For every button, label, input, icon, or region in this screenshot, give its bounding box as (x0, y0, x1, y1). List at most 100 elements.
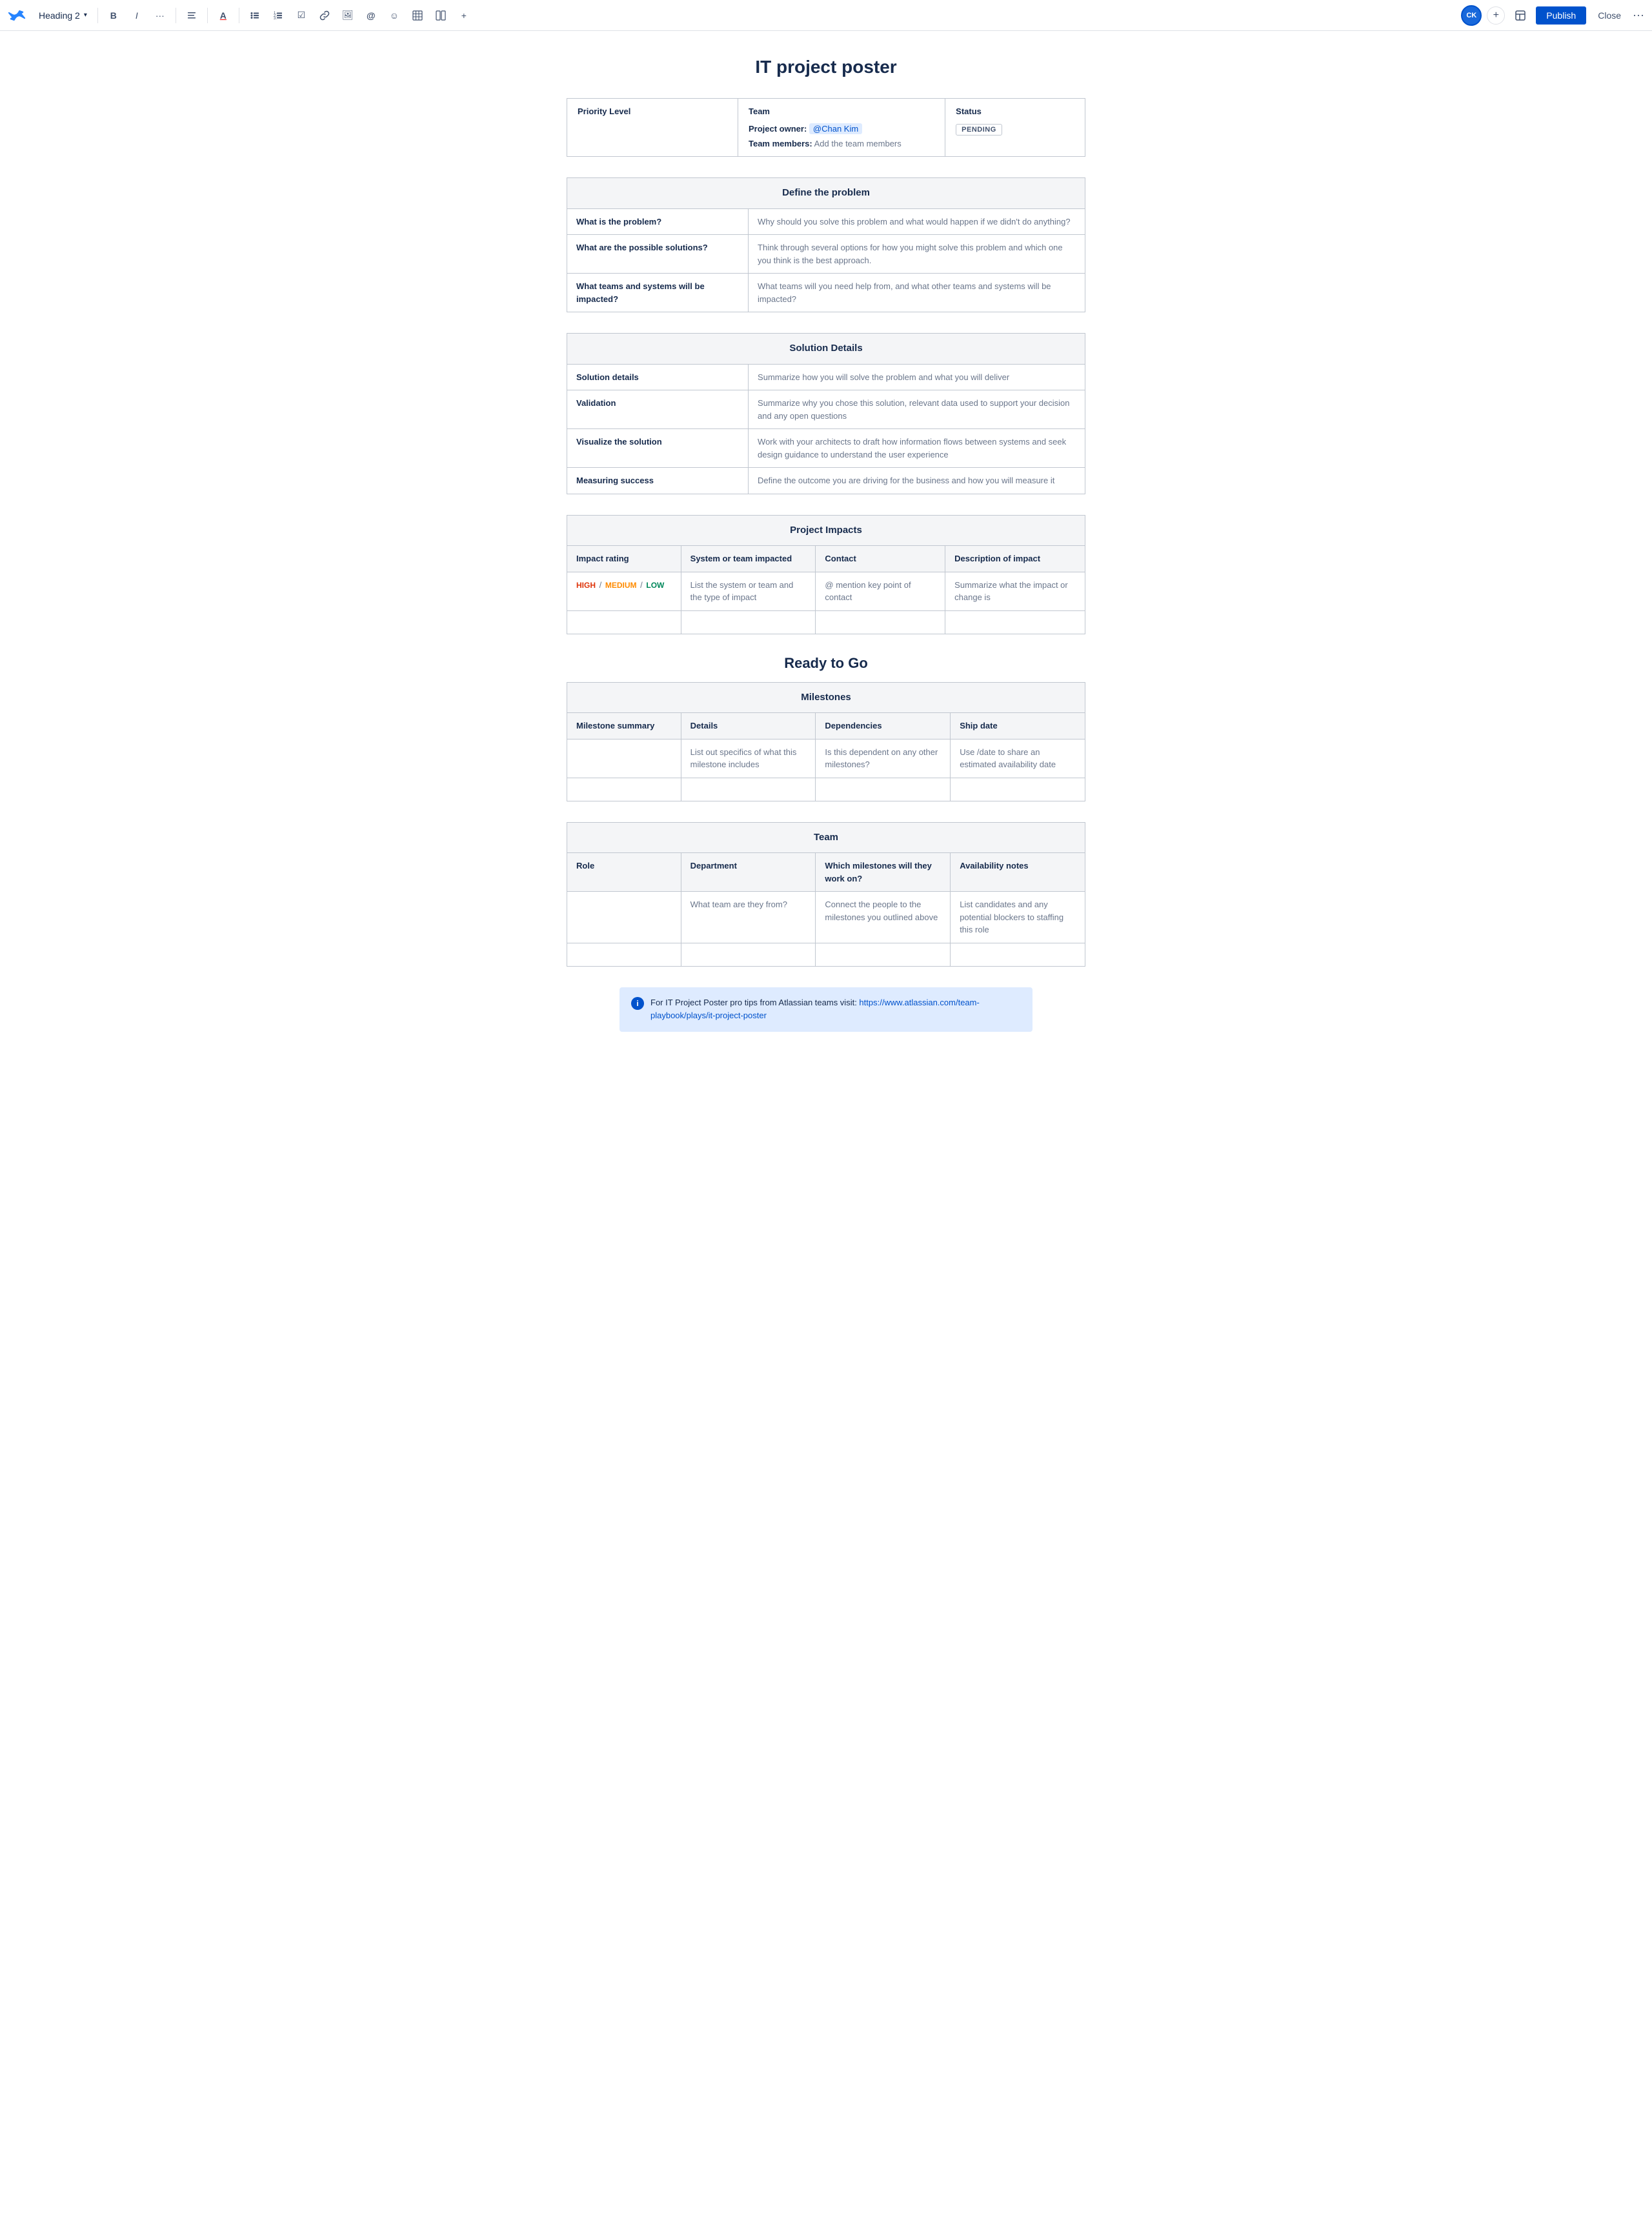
impact-col-header-2: Contact (816, 546, 945, 572)
link-button[interactable] (314, 5, 335, 26)
mention-button[interactable]: @ (361, 5, 381, 26)
team-role-cell (567, 892, 681, 943)
impact-sep-2: / (640, 580, 645, 590)
milestone-col-3: Ship date (951, 713, 1085, 740)
project-impacts-header: Project Impacts (567, 515, 1085, 546)
solution-details-header: Solution Details (567, 334, 1085, 365)
task-list-button[interactable]: ☑ (291, 5, 312, 26)
more-options-button[interactable]: ··· (1633, 8, 1644, 22)
table-row: Role Department Which milestones will th… (567, 853, 1085, 892)
solution-row-desc-2: Work with your architects to draft how i… (749, 429, 1085, 468)
milestone-empty-4 (951, 778, 1085, 801)
table-row: Team (567, 822, 1085, 853)
text-color-button[interactable]: A (213, 5, 234, 26)
table-row: Solution details Summarize how you will … (567, 364, 1085, 390)
info-text-before: For IT Project Poster pro tips from Atla… (650, 998, 859, 1007)
impact-sep-1: / (599, 580, 604, 590)
table-row: Measuring success Define the outcome you… (567, 468, 1085, 494)
problem-row-label-0: What is the problem? (567, 208, 749, 235)
status-label: Status (956, 106, 1074, 116)
template-icon-button[interactable] (1510, 5, 1531, 26)
table-row (567, 943, 1085, 966)
milestones-header: Milestones (567, 682, 1085, 713)
add-collaborator-button[interactable]: + (1487, 6, 1505, 25)
team-dept-cell: What team are they from? (681, 892, 816, 943)
solution-row-desc-0: Summarize how you will solve the problem… (749, 364, 1085, 390)
align-button[interactable] (181, 5, 202, 26)
team-availability-cell: List candidates and any potential blocke… (951, 892, 1085, 943)
solution-row-label-2: Visualize the solution (567, 429, 749, 468)
impact-high-label: HIGH (576, 581, 596, 590)
project-impacts-table: Project Impacts Impact rating System or … (567, 515, 1085, 634)
team-col-0: Role (567, 853, 681, 892)
italic-button[interactable]: I (126, 5, 147, 26)
status-cell: Status PENDING (945, 99, 1085, 157)
milestone-empty-3 (816, 778, 951, 801)
solution-row-label-3: Measuring success (567, 468, 749, 494)
bold-button[interactable]: B (103, 5, 124, 26)
impact-description-cell: Summarize what the impact or change is (945, 572, 1085, 610)
team-members-label: Team members: (749, 139, 812, 148)
team-col-1: Department (681, 853, 816, 892)
table-row: Milestones (567, 682, 1085, 713)
table-row: Milestone summary Details Dependencies S… (567, 713, 1085, 740)
impact-col-header-3: Description of impact (945, 546, 1085, 572)
bullet-list-button[interactable] (245, 5, 265, 26)
impact-empty-row-2 (681, 610, 816, 634)
project-owner-label: Project owner: (749, 124, 807, 134)
ready-to-go-heading: Ready to Go (567, 655, 1085, 672)
team-cell: Team Project owner: @Chan Kim Team membe… (738, 99, 945, 157)
table-row: List out specifics of what this mileston… (567, 739, 1085, 778)
milestone-empty-2 (681, 778, 816, 801)
team-empty-3 (816, 943, 951, 966)
heading-selector-label: Heading 2 (39, 10, 80, 21)
columns-button[interactable] (430, 5, 451, 26)
milestone-empty-1 (567, 778, 681, 801)
insert-more-button[interactable]: + (454, 5, 474, 26)
milestone-dependencies-cell: Is this dependent on any other milestone… (816, 739, 951, 778)
impact-low-label: LOW (646, 581, 664, 590)
project-owner-mention[interactable]: @Chan Kim (809, 123, 862, 134)
team-empty-1 (567, 943, 681, 966)
team-members-row: Team members: Add the team members (749, 139, 934, 148)
impact-contact-cell: @ mention key point of contact (816, 572, 945, 610)
impact-col-header-1: System or team impacted (681, 546, 816, 572)
team-empty-4 (951, 943, 1085, 966)
project-owner-row: Project owner: @Chan Kim (749, 124, 934, 134)
define-problem-header: Define the problem (567, 178, 1085, 209)
table-row: Project Impacts (567, 515, 1085, 546)
table-row: What teams and systems will be impacted?… (567, 274, 1085, 312)
team-col-3: Availability notes (951, 853, 1085, 892)
team-header: Team (567, 822, 1085, 853)
table-row: What are the possible solutions? Think t… (567, 235, 1085, 274)
milestone-summary-cell (567, 739, 681, 778)
table-row: Visualize the solution Work with your ar… (567, 429, 1085, 468)
avatar[interactable]: CK (1461, 5, 1482, 26)
heading-selector[interactable]: Heading 2 ▾ (34, 8, 92, 23)
solution-row-label-0: Solution details (567, 364, 749, 390)
define-problem-table: Define the problem What is the problem? … (567, 177, 1085, 312)
team-empty-2 (681, 943, 816, 966)
milestone-col-0: Milestone summary (567, 713, 681, 740)
milestone-col-1: Details (681, 713, 816, 740)
publish-button[interactable]: Publish (1536, 6, 1586, 25)
impact-col-header-0: Impact rating (567, 546, 681, 572)
solution-row-desc-3: Define the outcome you are driving for t… (749, 468, 1085, 494)
table-row: Define the problem (567, 178, 1085, 209)
team-members-placeholder: Add the team members (814, 139, 902, 148)
toolbar-right: CK + Publish Close ··· (1461, 5, 1644, 26)
info-box: i For IT Project Poster pro tips from At… (620, 987, 1032, 1032)
media-button[interactable]: 🖼 (337, 5, 358, 26)
team-col-2: Which milestones will they work on? (816, 853, 951, 892)
more-text-format-button[interactable]: ··· (150, 5, 170, 26)
table-row (567, 778, 1085, 801)
impact-empty-row-1 (567, 610, 681, 634)
problem-row-label-2: What teams and systems will be impacted? (567, 274, 749, 312)
table-button[interactable] (407, 5, 428, 26)
chevron-down-icon: ▾ (84, 12, 87, 19)
emoji-button[interactable]: ☺ (384, 5, 405, 26)
table-row: HIGH / MEDIUM / LOW List the system or t… (567, 572, 1085, 610)
numbered-list-button[interactable]: 1. 2. 3. (268, 5, 288, 26)
priority-team-status-table: Priority Level Team Project owner: @Chan… (567, 98, 1085, 157)
close-button[interactable]: Close (1591, 6, 1627, 25)
